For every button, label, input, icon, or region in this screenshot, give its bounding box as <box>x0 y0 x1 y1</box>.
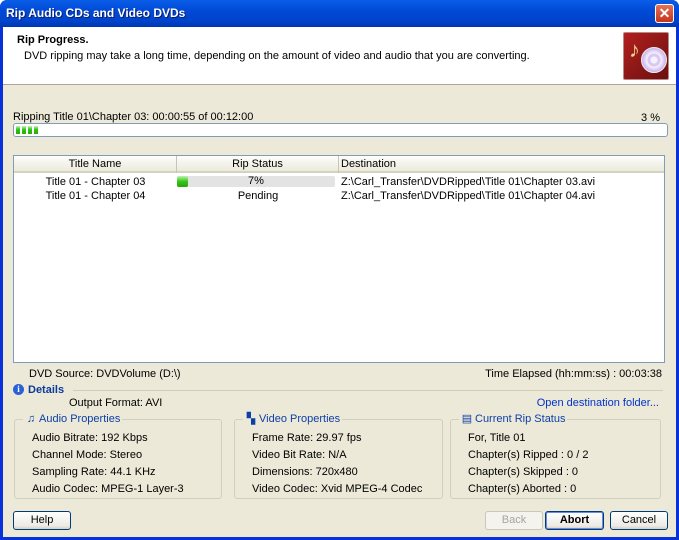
time-elapsed: Time Elapsed (hh:mm:ss) : 00:03:38 <box>485 368 662 380</box>
row-status: 7% <box>248 175 264 187</box>
overall-progress-label: Ripping Title 01\Chapter 03: 00:00:55 of… <box>13 111 254 123</box>
progress-chunk <box>28 126 32 134</box>
frame-rate: Frame Rate: 29.97 fps <box>252 432 362 444</box>
column-destination[interactable]: Destination <box>339 156 664 173</box>
row-status-bar: 7% <box>177 176 335 187</box>
chapter-list[interactable]: Title Name Rip Status Destination Title … <box>13 155 665 363</box>
table-row[interactable]: Title 01 - Chapter 04 Pending Z:\Carl_Tr… <box>14 189 664 203</box>
audio-bitrate: Audio Bitrate: 192 Kbps <box>32 432 148 444</box>
chapters-ripped: Chapter(s) Ripped : 0 / 2 <box>468 449 589 461</box>
abort-button[interactable]: Abort <box>545 511 604 530</box>
close-icon[interactable]: ✕ <box>655 4 674 23</box>
video-properties-group: ▚ Video Properties Frame Rate: 29.97 fps… <box>234 413 443 499</box>
title-bar[interactable]: Rip Audio CDs and Video DVDs ✕ <box>0 0 679 27</box>
info-icon: i <box>13 384 24 395</box>
window-title: Rip Audio CDs and Video DVDs <box>6 6 186 20</box>
audio-properties-group: ♫ Audio Properties Audio Bitrate: 192 Kb… <box>14 413 222 499</box>
help-button[interactable]: Help <box>13 511 71 530</box>
page-subtitle: DVD ripping may take a long time, depend… <box>24 50 530 62</box>
audio-note-icon: ♫ <box>26 413 36 425</box>
progress-fill <box>16 126 38 134</box>
video-properties-title: ▚ Video Properties <box>243 413 343 425</box>
row-title: Title 01 - Chapter 04 <box>45 190 146 202</box>
row-status: Pending <box>237 190 279 202</box>
details-heading: Details <box>28 384 65 396</box>
header-panel: Rip Progress. DVD ripping may take a lon… <box>3 27 676 85</box>
open-destination-folder-link[interactable]: Open destination folder... <box>537 397 659 409</box>
current-rip-status-title: ▤ Current Rip Status <box>459 413 568 425</box>
back-button[interactable]: Back <box>485 511 543 530</box>
audio-codec: Audio Codec: MPEG-1 Layer-3 <box>32 483 184 495</box>
channel-mode: Channel Mode: Stereo <box>32 449 143 461</box>
current-title: For, Title 01 <box>468 432 526 444</box>
audio-properties-title: ♫ Audio Properties <box>23 413 123 425</box>
table-row[interactable]: Title 01 - Chapter 03 7% Z:\Carl_Transfe… <box>14 175 664 189</box>
page-title: Rip Progress. <box>17 34 89 46</box>
chapters-aborted: Chapter(s) Aborted : 0 <box>468 483 577 495</box>
details-divider <box>73 390 663 391</box>
row-destination: Z:\Carl_Transfer\DVDRipped\Title 01\Chap… <box>341 176 596 188</box>
video-properties-label: Video Properties <box>259 413 341 425</box>
music-note-glyph: ♪ <box>629 37 640 62</box>
column-title-name[interactable]: Title Name <box>14 156 177 173</box>
sampling-rate: Sampling Rate: 44.1 KHz <box>32 466 156 478</box>
music-disc-icon: ♪ <box>623 32 669 80</box>
film-clapper-icon: ▚ <box>246 413 256 425</box>
dialog-window: Rip Audio CDs and Video DVDs ✕ Rip Progr… <box>0 0 679 540</box>
dimensions: Dimensions: 720x480 <box>252 466 358 478</box>
column-rip-status[interactable]: Rip Status <box>177 156 339 173</box>
current-rip-status-label: Current Rip Status <box>475 413 566 425</box>
current-rip-status-group: ▤ Current Rip Status For, Title 01 Chapt… <box>450 413 661 499</box>
dvd-source: DVD Source: DVDVolume (D:\) <box>29 368 181 380</box>
list-header: Title Name Rip Status Destination <box>14 156 664 173</box>
audio-properties-label: Audio Properties <box>39 413 121 425</box>
video-bit-rate: Video Bit Rate: N/A <box>252 449 347 461</box>
cancel-button[interactable]: Cancel <box>610 511 668 530</box>
dialog-client: Rip Progress. DVD ripping may take a lon… <box>3 27 676 537</box>
chapters-skipped: Chapter(s) Skipped : 0 <box>468 466 579 478</box>
rip-status-icon: ▤ <box>461 413 473 425</box>
overall-progress-bar <box>13 123 668 137</box>
progress-chunk <box>16 126 20 134</box>
row-title: Title 01 - Chapter 03 <box>45 176 146 188</box>
video-codec: Video Codec: Xvid MPEG-4 Codec <box>252 483 423 495</box>
row-destination: Z:\Carl_Transfer\DVDRipped\Title 01\Chap… <box>341 190 596 202</box>
disc-glyph <box>641 47 667 73</box>
progress-chunk <box>34 126 38 134</box>
output-format: Output Format: AVI <box>69 397 163 409</box>
progress-chunk <box>22 126 26 134</box>
